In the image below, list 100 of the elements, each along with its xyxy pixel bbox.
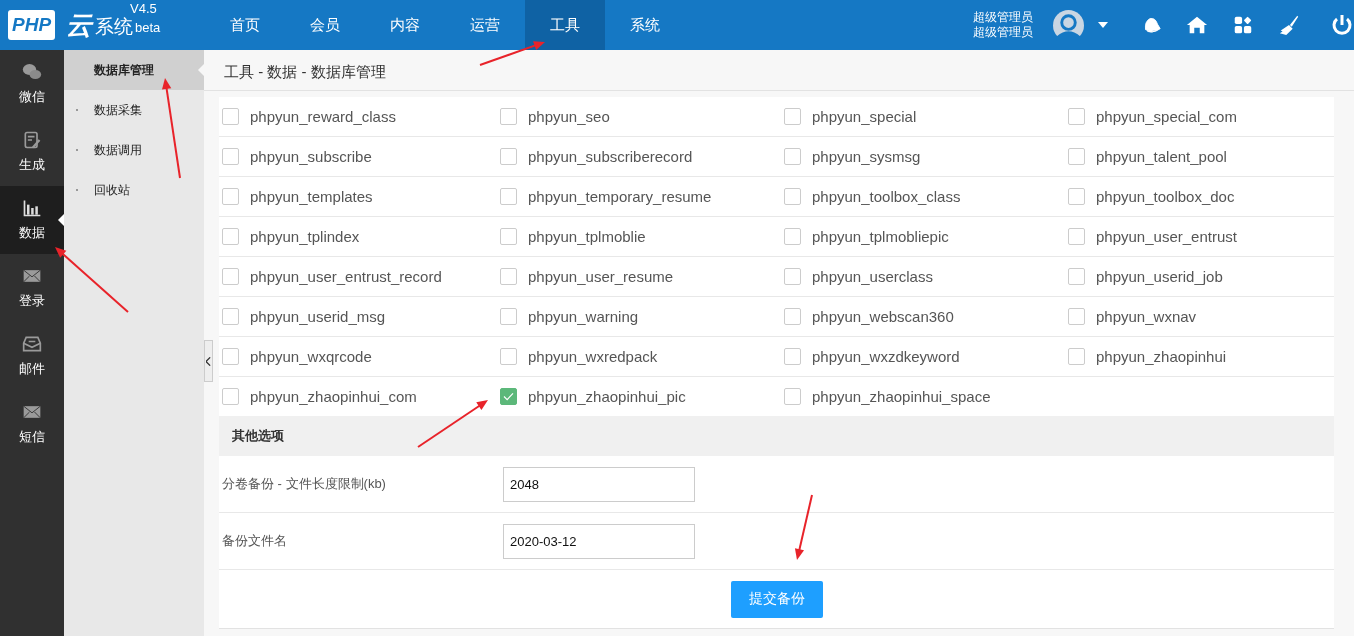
table-name: phpyun_zhaopinhui_com [250, 388, 417, 405]
checkbox[interactable] [1068, 308, 1085, 325]
table-option[interactable]: phpyun_tplindex [219, 217, 497, 256]
submenu-item[interactable]: 回收站 [94, 181, 130, 199]
checkbox[interactable] [784, 188, 801, 205]
table-name: phpyun_tplmobliepic [812, 228, 949, 245]
table-option[interactable]: phpyun_user_entrust_record [219, 257, 497, 296]
table-option[interactable]: phpyun_temporary_resume [497, 177, 781, 216]
table-option[interactable]: phpyun_warning [497, 297, 781, 336]
table-option[interactable]: phpyun_seo [497, 97, 781, 136]
table-option[interactable]: phpyun_user_entrust [1065, 217, 1334, 256]
beta-label: beta [135, 20, 161, 35]
checkbox[interactable] [222, 348, 239, 365]
broom-icon[interactable] [1278, 14, 1300, 36]
table-option[interactable]: phpyun_zhaopinhui_pic [497, 377, 781, 416]
checkbox[interactable] [222, 308, 239, 325]
table-name: phpyun_sysmsg [812, 148, 921, 165]
checkbox[interactable] [500, 268, 517, 285]
checkbox[interactable] [784, 388, 801, 405]
logo-glyph: 云 [66, 9, 92, 42]
checkbox[interactable] [1068, 108, 1085, 125]
table-option[interactable]: phpyun_userclass [781, 257, 1065, 296]
checkbox[interactable] [1068, 228, 1085, 245]
input-field[interactable]: 2048 [503, 466, 695, 502]
table-option[interactable]: phpyun_toolbox_doc [1065, 177, 1334, 216]
checkbox[interactable] [784, 348, 801, 365]
table-option[interactable]: phpyun_reward_class [219, 97, 497, 136]
checkbox[interactable] [500, 348, 517, 365]
checkbox[interactable] [222, 388, 239, 405]
checkbox[interactable] [500, 108, 517, 125]
table-option[interactable]: phpyun_wxqrcode [219, 337, 497, 376]
table-option[interactable]: phpyun_user_resume [497, 257, 781, 296]
submenu-item[interactable]: 数据采集 [94, 101, 142, 119]
checkbox[interactable] [500, 388, 517, 405]
table-option[interactable]: phpyun_zhaopinhui [1065, 337, 1334, 376]
sidebar-item[interactable]: 数据 [0, 186, 64, 254]
sidebar-item[interactable]: 登录 [0, 254, 64, 322]
table-option[interactable]: phpyun_sysmsg [781, 137, 1065, 176]
nav-tab[interactable]: 首页 [205, 0, 285, 50]
checkbox[interactable] [222, 188, 239, 205]
table-name: phpyun_tplindex [250, 228, 360, 245]
checkmark-icon [503, 392, 514, 401]
table-option[interactable]: phpyun_talent_pool [1065, 137, 1334, 176]
checkbox[interactable] [784, 228, 801, 245]
checkbox[interactable] [1068, 268, 1085, 285]
apps-icon[interactable] [1232, 14, 1254, 36]
table-name: phpyun_subscriberecord [528, 148, 693, 165]
table-option[interactable]: phpyun_userid_job [1065, 257, 1334, 296]
checkbox[interactable] [1068, 148, 1085, 165]
table-option[interactable]: phpyun_wxnav [1065, 297, 1334, 336]
table-option[interactable]: phpyun_tplmoblie [497, 217, 781, 256]
table-option[interactable]: phpyun_webscan360 [781, 297, 1065, 336]
table-option[interactable]: phpyun_zhaopinhui_space [781, 377, 1065, 416]
table-option[interactable]: phpyun_wxzdkeyword [781, 337, 1065, 376]
table-option[interactable]: phpyun_toolbox_class [781, 177, 1065, 216]
table-option[interactable]: phpyun_subscribe [219, 137, 497, 176]
table-name: phpyun_user_entrust_record [250, 268, 442, 285]
submenu-item[interactable]: 数据库管理 [94, 61, 154, 79]
checkbox[interactable] [784, 148, 801, 165]
checkbox[interactable] [784, 108, 801, 125]
checkbox[interactable] [784, 268, 801, 285]
nav-tab[interactable]: 系统 [605, 0, 685, 50]
sidebar-item[interactable]: 生成 [0, 118, 64, 186]
table-name: phpyun_userclass [812, 268, 933, 285]
home-icon[interactable] [1186, 14, 1208, 36]
nav-tab[interactable]: 工具 [525, 0, 605, 50]
sidebar-item[interactable]: 短信 [0, 390, 64, 458]
nav-tab[interactable]: 内容 [365, 0, 445, 50]
nav-tab[interactable]: 运营 [445, 0, 525, 50]
nav-tab[interactable]: 会员 [285, 0, 365, 50]
sidebar-item[interactable]: 邮件 [0, 322, 64, 390]
table-option[interactable]: phpyun_tplmobliepic [781, 217, 1065, 256]
inbox-icon [22, 334, 42, 354]
checkbox[interactable] [500, 228, 517, 245]
table-option[interactable]: phpyun_wxredpack [497, 337, 781, 376]
table-option[interactable]: phpyun_subscriberecord [497, 137, 781, 176]
caret-icon[interactable] [1098, 22, 1108, 28]
checkbox[interactable] [500, 188, 517, 205]
checkbox[interactable] [500, 148, 517, 165]
checkbox[interactable] [784, 308, 801, 325]
input-field[interactable]: 2020-03-12 [503, 523, 695, 559]
table-option[interactable]: phpyun_zhaopinhui_com [219, 377, 497, 416]
checkbox[interactable] [1068, 348, 1085, 365]
submenu-item[interactable]: 数据调用 [94, 141, 142, 159]
sidebar-item[interactable]: 微信 [0, 50, 64, 118]
table-option[interactable]: phpyun_userid_msg [219, 297, 497, 336]
table-name: phpyun_talent_pool [1096, 148, 1227, 165]
avatar-icon[interactable] [1053, 9, 1084, 41]
table-name: phpyun_temporary_resume [528, 188, 712, 205]
checkbox[interactable] [1068, 188, 1085, 205]
checkbox[interactable] [222, 268, 239, 285]
checkbox[interactable] [222, 148, 239, 165]
checkbox[interactable] [222, 228, 239, 245]
table-option[interactable]: phpyun_special [781, 97, 1065, 136]
collapse-handle[interactable] [204, 340, 213, 382]
table-option[interactable]: phpyun_templates [219, 177, 497, 216]
checkbox[interactable] [222, 108, 239, 125]
checkbox[interactable] [500, 308, 517, 325]
table-option[interactable]: phpyun_special_com [1065, 97, 1334, 136]
power-icon[interactable] [1330, 13, 1354, 37]
